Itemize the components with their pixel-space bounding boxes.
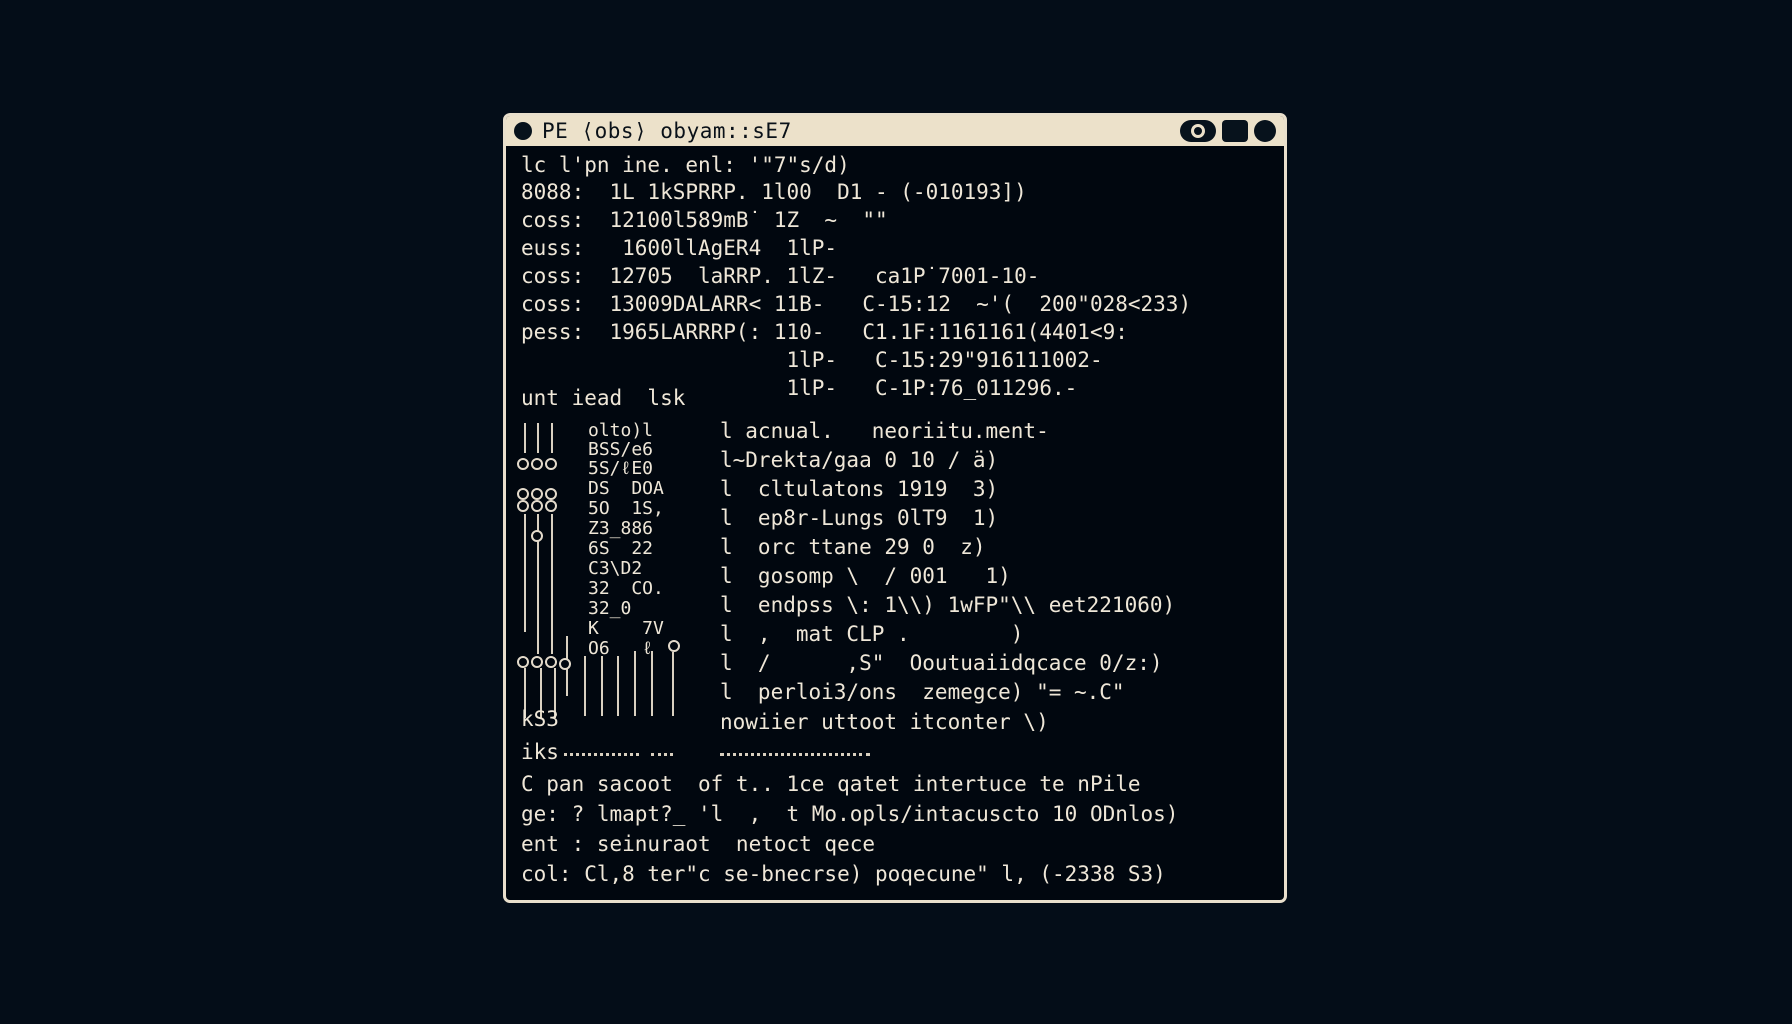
title-bar[interactable]: PE ⟨obs⟩ obyam::sE7 [506, 116, 1284, 146]
output-line: lc l'pn ine. enl: '"7"s/d) [521, 153, 850, 177]
knob [545, 458, 557, 470]
knob [517, 500, 529, 512]
knob [531, 656, 543, 668]
knob [517, 458, 529, 470]
output-line: coss: 12100l589mB˙ 1Z ~ "" [521, 208, 888, 232]
rail-line [617, 656, 619, 716]
knob [668, 640, 680, 652]
rail-line [651, 651, 653, 716]
window-title: PE ⟨obs⟩ obyam::sE7 [542, 119, 792, 143]
rail-line [524, 423, 526, 453]
code-cell: 32_0 [588, 598, 632, 619]
output-line: l~Drekta/gaa 0 10 / ä) [720, 448, 999, 472]
dotted-separator [564, 753, 639, 756]
rail-line [601, 656, 603, 716]
code-cell: olto)l [588, 420, 654, 441]
output-line: euss: 1600llAgER4 1lP- [521, 236, 838, 260]
code-cell: K 7V [588, 618, 664, 639]
knob [531, 500, 543, 512]
close-button[interactable] [1254, 120, 1276, 142]
rail-line [524, 514, 526, 632]
rail-line [551, 514, 553, 654]
code-cell: 5O 1S, [588, 498, 664, 519]
output-line: coss: 13009DALARR< 11B- C-15:12 ~'( 200"… [521, 292, 1192, 316]
output-line: 1lP- C-15:29"916111002- [521, 348, 1103, 372]
code-cell: BSS/e6 [588, 439, 654, 460]
code-cell: Z3_886 [588, 518, 654, 539]
knob [531, 458, 543, 470]
knob [517, 656, 529, 668]
code-cell: DS DOA [588, 478, 664, 499]
code-cell: 5S/ℓE0 [588, 458, 653, 479]
iks-label: iks [521, 740, 559, 764]
maximize-button[interactable] [1222, 120, 1248, 142]
knob [531, 530, 543, 542]
code-cell: 6S 22 [588, 538, 654, 559]
code-cell: 32 CO. [588, 578, 664, 599]
terminal-window: PE ⟨obs⟩ obyam::sE7 lc l'pn ine. enl: '"… [503, 113, 1287, 903]
knob [545, 656, 557, 668]
dotted-separator [720, 753, 870, 756]
output-line: l endpss \: 1\\) 1wFP"\\ eet221060) [720, 593, 1176, 617]
rail-line [584, 656, 586, 716]
eye-icon[interactable] [1180, 120, 1216, 142]
section-label: unt iead lsk [521, 386, 686, 410]
knob [545, 488, 557, 500]
knob [531, 488, 543, 500]
app-icon [514, 122, 532, 140]
code-cell: O6 ℓ [588, 638, 653, 659]
output-line: pess: 1965LARRRP(: 110- C1.1F:1161161(44… [521, 320, 1128, 344]
output-line: l gosomp \ / 001 1) [720, 564, 1011, 588]
output-line: l cltulatons 1919 3) [720, 477, 999, 501]
rail-line [537, 423, 539, 453]
output-line: ge: ? lmapt?_ 'l , t Mo.opls/intacuscto … [521, 802, 1179, 826]
output-line: col: Cl,8 ter"c se-bnecrse) poqecune" l,… [521, 862, 1166, 886]
output-line: ent : seinuraot netoct qece [521, 832, 876, 856]
knob [559, 658, 571, 670]
output-line: l acnual. neoriitu.ment- [720, 419, 1049, 443]
output-line: 8088: 1L 1kSPRRP. 1l00 D1 - (-010193]) [521, 180, 1027, 204]
output-line: l perloi3/ons zemegce) "= ~.C" [720, 680, 1125, 704]
output-line: coss: 12705 laRRP. 1lZ- ca1P˙7001-10- [521, 264, 1040, 288]
code-cell: C3\D2 [588, 558, 643, 579]
knob [517, 488, 529, 500]
output-line: l , mat CLP . ) [720, 622, 1024, 646]
output-line: C pan sacoot of t.. 1ce qatet intertuce … [521, 772, 1141, 796]
dotted-separator [651, 753, 673, 756]
rail-line [672, 652, 674, 716]
ks-label: kS3 [521, 707, 559, 731]
output-line: l / ,S" Ooutuaiidqcace 0/z:) [720, 651, 1163, 675]
rail-line [634, 651, 636, 716]
output-line: l ep8r-Lungs 0lT9 1) [720, 506, 999, 530]
window-controls [1180, 120, 1276, 142]
output-line: nowiier uttoot itconter \) [720, 710, 1049, 734]
output-line: l orc ttane 29 0 z) [720, 535, 986, 559]
knob [545, 500, 557, 512]
rail-line [551, 423, 553, 453]
